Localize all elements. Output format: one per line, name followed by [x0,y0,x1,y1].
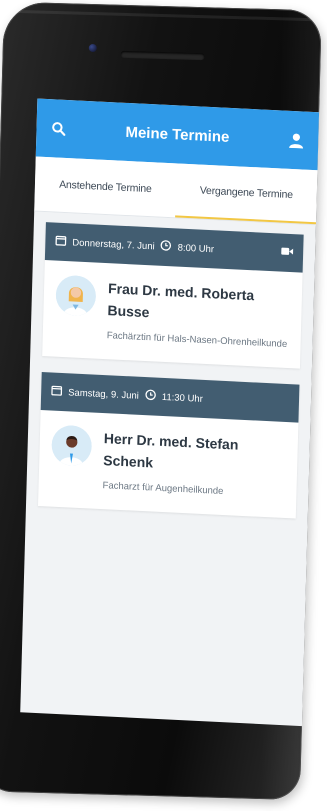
doctor-name: Herr Dr. med. Stefan Schenk [103,427,286,480]
doctor-specialty: Fachärztin für Hals-Nasen-Ohrenheilkunde [107,327,289,354]
front-camera [89,44,97,52]
appointment-time: 11:30 Uhr [162,391,203,404]
appointment-card[interactable]: Samstag, 9. Juni 11:30 Uhr [38,372,299,519]
tab-upcoming[interactable]: Anstehende Termine [34,157,176,218]
appointment-body: Herr Dr. med. Stefan Schenk Facharzt für… [38,410,298,519]
tab-past[interactable]: Vergangene Termine [175,163,317,224]
appointment-time: 8:00 Uhr [177,242,214,255]
calendar-icon [51,384,62,399]
doctor-avatar-male [51,425,92,467]
clock-icon [145,389,156,404]
calendar-icon [55,235,66,250]
clock-icon [160,240,171,255]
phone-edge-highlight [14,10,312,21]
search-icon[interactable] [48,118,69,139]
appointment-card[interactable]: Donnerstag, 7. Juni 8:00 Uhr [42,222,303,369]
app-screen: Meine Termine Anstehende Termine Vergang… [20,99,319,727]
doctor-name: Frau Dr. med. Roberta Busse [107,277,290,330]
user-icon[interactable] [286,130,307,151]
phone-frame: Meine Termine Anstehende Termine Vergang… [0,2,322,801]
appointment-date: Donnerstag, 7. Juni [72,237,155,252]
page-title: Meine Termine [68,121,286,149]
appointment-body: Frau Dr. med. Roberta Busse Fachärztin f… [42,260,302,369]
appointment-list: Donnerstag, 7. Juni 8:00 Uhr [26,211,316,519]
appointment-date: Samstag, 9. Juni [68,387,139,401]
doctor-avatar-female [55,275,96,317]
earpiece-speaker [121,51,205,60]
video-camera-icon [281,247,293,260]
doctor-specialty: Facharzt für Augenheilkunde [102,477,284,504]
